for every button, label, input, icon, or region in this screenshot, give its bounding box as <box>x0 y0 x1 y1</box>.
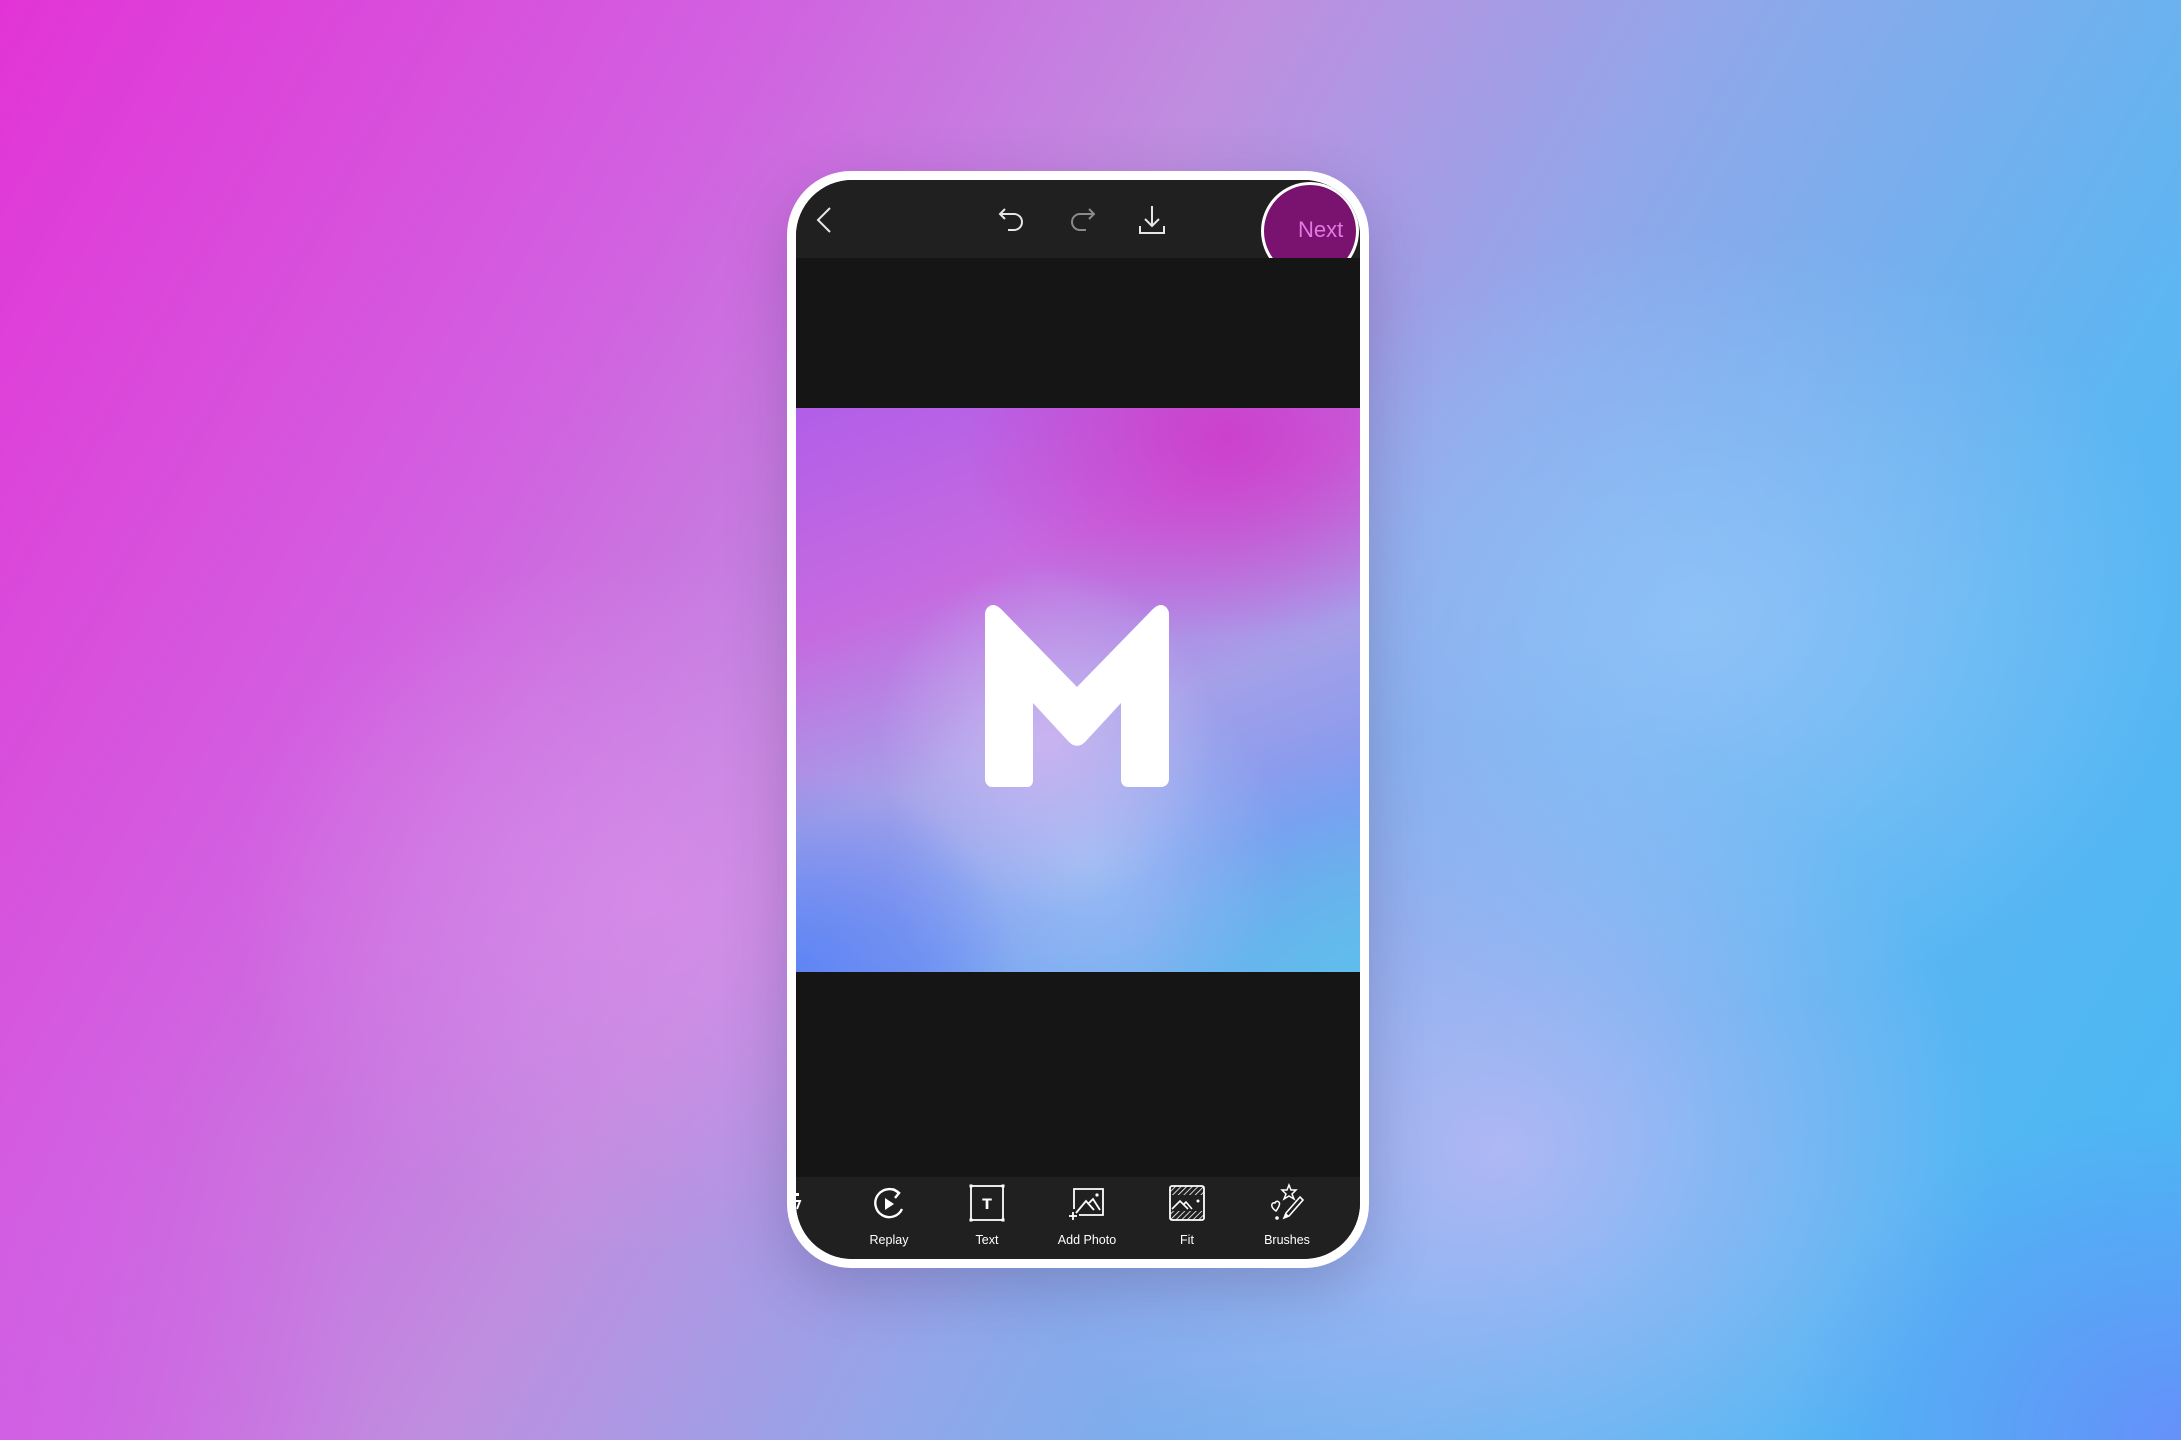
bottom-toolbar: Replay T Text Add Photo Fit Brushes <box>796 1177 1360 1259</box>
tool-label: Brushes <box>1264 1233 1310 1247</box>
tool-label: Text <box>975 1233 999 1247</box>
tool-label: Fit <box>1180 1233 1194 1247</box>
undo-icon <box>998 208 1023 231</box>
tool-brushes[interactable]: Brushes <box>1242 1183 1332 1255</box>
tool-label: Replay <box>869 1233 909 1247</box>
truncated-icon <box>796 1193 802 1210</box>
chevron-left-icon <box>816 207 831 233</box>
partial-tool-icon[interactable] <box>796 1191 804 1211</box>
tool-add-photo[interactable]: Add Photo <box>1042 1183 1132 1255</box>
canvas-padding-top <box>796 258 1360 408</box>
replay-icon <box>874 1187 904 1219</box>
download-icon <box>1139 206 1165 234</box>
artwork-canvas[interactable] <box>796 408 1360 972</box>
redo-icon <box>1071 208 1096 231</box>
tool-text[interactable]: T Text <box>942 1183 1032 1255</box>
svg-text:T: T <box>982 1197 992 1213</box>
redo-button[interactable] <box>1064 202 1100 238</box>
add-photo-icon <box>1069 1188 1104 1220</box>
fit-icon <box>1169 1185 1205 1221</box>
undo-button[interactable] <box>994 202 1030 238</box>
phone-frame: Next Replay T Text Add Photo Fit Brushes <box>787 171 1369 1268</box>
phone-screen: Next Replay T Text Add Photo Fit Brushes <box>796 180 1360 1259</box>
download-button[interactable] <box>1134 202 1170 238</box>
editor-header: Next <box>796 180 1360 280</box>
text-icon: T <box>969 1184 1005 1222</box>
next-button-label: Next <box>1298 217 1344 242</box>
canvas-padding-bottom <box>796 972 1360 1177</box>
back-button[interactable] <box>808 202 844 238</box>
m-logo <box>985 605 1169 787</box>
tool-replay[interactable]: Replay <box>844 1183 934 1255</box>
brushes-icon <box>1271 1183 1305 1220</box>
tool-fit[interactable]: Fit <box>1142 1183 1232 1255</box>
tool-label: Add Photo <box>1057 1233 1117 1247</box>
